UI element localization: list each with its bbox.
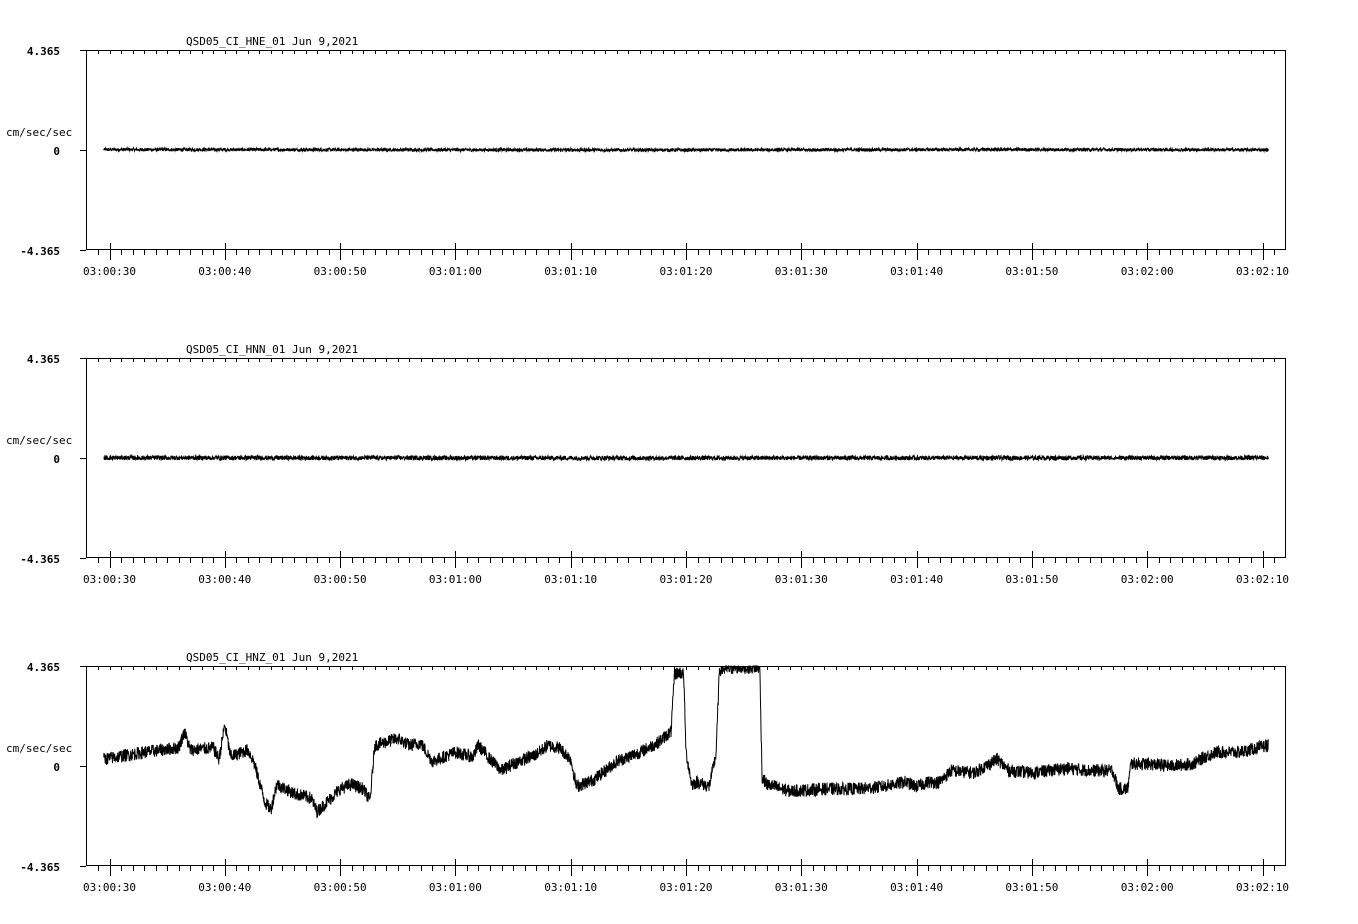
x-tick-label: 03:00:40	[198, 881, 251, 894]
x-tick-label: 03:01:50	[1005, 573, 1058, 586]
x-tick-label: 03:00:30	[83, 881, 136, 894]
y-tick-label-bottom: -4.365	[20, 245, 60, 258]
x-tick-label: 03:00:30	[83, 573, 136, 586]
x-tick-labels: 03:00:30 03:00:40 03:00:50 03:01:00 03:0…	[83, 881, 1289, 894]
x-tick-labels: 03:00:30 03:00:40 03:00:50 03:01:00 03:0…	[83, 573, 1289, 586]
x-tick-label: 03:02:00	[1121, 573, 1174, 586]
y-tick-label-top: 4.365	[27, 353, 60, 366]
y-tick-label-zero: 0	[53, 453, 60, 466]
x-tick-label: 03:01:20	[660, 881, 713, 894]
x-tick-label: 03:00:50	[314, 265, 367, 278]
x-tick-labels: 03:00:30 03:00:40 03:00:50 03:01:00 03:0…	[83, 265, 1289, 278]
x-tick-label: 03:01:50	[1005, 265, 1058, 278]
waveform-trace	[103, 146, 1269, 154]
x-tick-label: 03:02:10	[1236, 265, 1289, 278]
x-tick-label: 03:01:40	[890, 881, 943, 894]
x-tick-label: 03:02:10	[1236, 573, 1289, 586]
waveform-trace	[103, 665, 1269, 819]
y-tick-label-top: 4.365	[27, 45, 60, 58]
x-tick-label: 03:00:30	[83, 265, 136, 278]
x-tick-label: 03:02:00	[1121, 881, 1174, 894]
y-tick-label-bottom: -4.365	[20, 861, 60, 874]
x-tick-label: 03:02:00	[1121, 265, 1174, 278]
x-tick-label: 03:01:40	[890, 265, 943, 278]
x-tick-label: 03:00:40	[198, 573, 251, 586]
x-tick-label: 03:01:30	[775, 265, 828, 278]
panel-title: QSD05_CI_HNE_01 Jun 9,2021	[186, 35, 358, 48]
x-tick-label: 03:01:10	[544, 573, 597, 586]
tick-marks	[80, 50, 1275, 260]
x-tick-label: 03:01:30	[775, 573, 828, 586]
x-tick-label: 03:01:10	[544, 881, 597, 894]
x-tick-label: 03:00:50	[314, 881, 367, 894]
x-tick-label: 03:01:00	[429, 881, 482, 894]
x-tick-label: 03:00:40	[198, 265, 251, 278]
x-tick-label: 03:02:10	[1236, 881, 1289, 894]
x-tick-label: 03:01:00	[429, 573, 482, 586]
waveform-trace	[103, 453, 1269, 463]
panel-hne: QSD05_CI_HNE_01 Jun 9,2021 cm/sec/sec 4.…	[6, 35, 1289, 278]
seismogram-figure: QSD05_CI_HNE_01 Jun 9,2021 cm/sec/sec 4.…	[6, 35, 1289, 894]
y-axis-label: cm/sec/sec	[6, 126, 72, 139]
x-tick-label: 03:01:40	[890, 573, 943, 586]
x-tick-label: 03:01:50	[1005, 881, 1058, 894]
y-axis-label: cm/sec/sec	[6, 742, 72, 755]
panel-title: QSD05_CI_HNN_01 Jun 9,2021	[186, 343, 358, 356]
x-tick-label: 03:01:10	[544, 265, 597, 278]
x-tick-label: 03:00:50	[314, 573, 367, 586]
y-tick-label-zero: 0	[53, 761, 60, 774]
y-axis-label: cm/sec/sec	[6, 434, 72, 447]
plot-frame	[86, 666, 1286, 866]
panel-hnz: QSD05_CI_HNZ_01 Jun 9,2021 cm/sec/sec 4.…	[6, 651, 1289, 894]
y-tick-label-top: 4.365	[27, 661, 60, 674]
x-tick-label: 03:01:20	[660, 265, 713, 278]
x-tick-label: 03:01:20	[660, 573, 713, 586]
y-tick-label-zero: 0	[53, 145, 60, 158]
x-tick-label: 03:01:30	[775, 881, 828, 894]
panel-title: QSD05_CI_HNZ_01 Jun 9,2021	[186, 651, 358, 664]
panel-hnn: QSD05_CI_HNN_01 Jun 9,2021 cm/sec/sec 4.…	[6, 343, 1289, 586]
tick-marks	[80, 358, 1275, 568]
x-tick-label: 03:01:00	[429, 265, 482, 278]
y-tick-label-bottom: -4.365	[20, 553, 60, 566]
